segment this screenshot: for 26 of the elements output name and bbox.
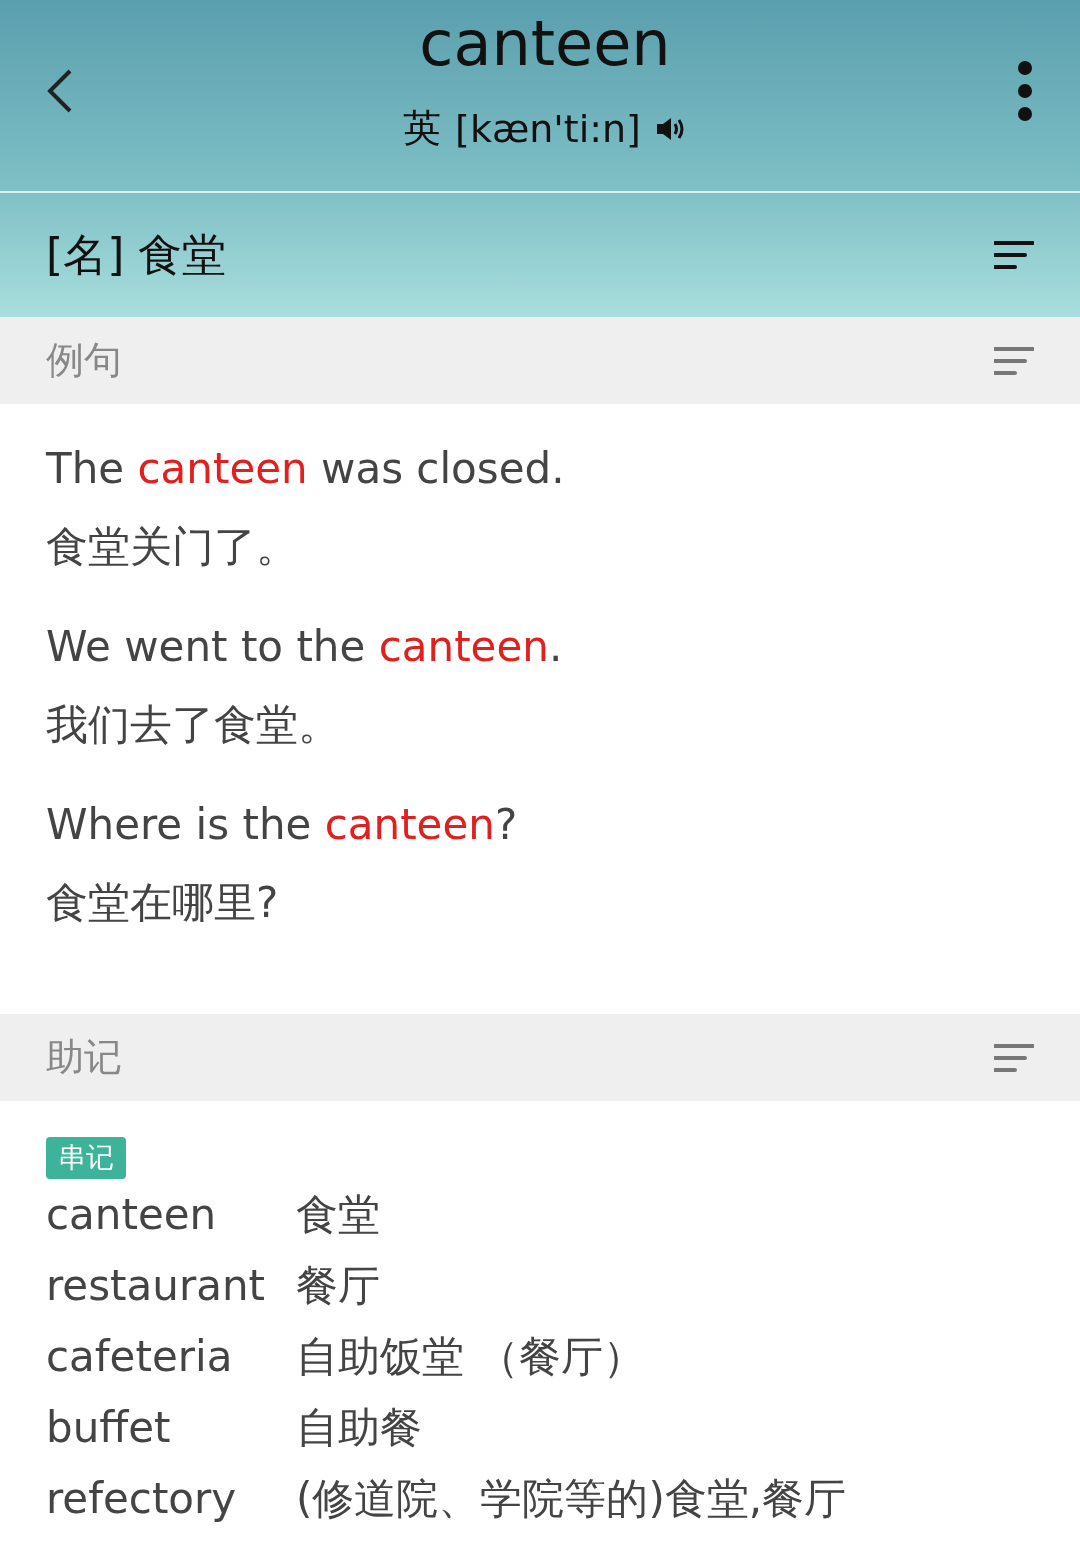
meaning: 食堂 <box>296 1189 380 1241</box>
tag: 串记 <box>46 1137 126 1179</box>
more-icon[interactable] <box>1016 59 1034 122</box>
headword: canteen <box>419 6 671 82</box>
meaning: (修道院、学院等的)食堂,餐厅 <box>296 1473 847 1525</box>
word: restaurant <box>46 1260 266 1312</box>
word: canteen <box>46 1189 218 1241</box>
meaning: 自助饭堂 （餐厅） <box>296 1331 646 1383</box>
sort-icon[interactable] <box>994 240 1034 270</box>
section-title: 助记 <box>46 1034 122 1081</box>
word: refectory <box>46 1473 238 1525</box>
accent-label: 英 <box>403 105 442 153</box>
example-sentence: The canteen was closed. <box>46 443 566 495</box>
section-title: 例句 <box>46 337 122 384</box>
example-translation: 食堂关门了。 <box>46 521 299 573</box>
meaning: 自助餐 <box>296 1402 422 1454</box>
example-sentence: We went to the canteen. <box>46 621 564 673</box>
word: buffet <box>46 1402 172 1454</box>
example-translation: 我们去了食堂。 <box>46 699 341 751</box>
meaning: 餐厅 <box>296 1260 380 1312</box>
example-translation: 食堂在哪里? <box>46 877 280 929</box>
example-sentence: Where is the canteen? <box>46 799 519 851</box>
back-icon[interactable] <box>46 67 74 114</box>
definition: [名] 食堂 <box>46 227 227 282</box>
word: cafeteria <box>46 1331 234 1383</box>
phonetic: [kæn'ti:n] <box>455 106 641 151</box>
